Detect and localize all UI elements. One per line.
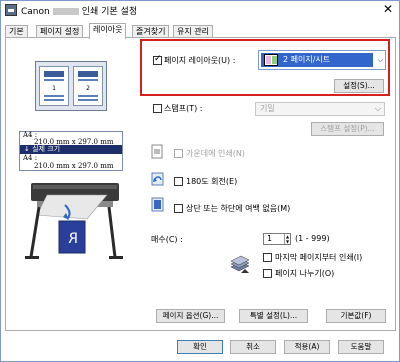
stamp-select[interactable]: 기밀 ⌵ <box>255 102 385 116</box>
output-paper-size: 210.0 mm x 297.0 mm <box>34 162 114 170</box>
redacted-model-name <box>52 8 79 15</box>
printer-illustration: R <box>25 183 123 259</box>
tab-layout[interactable]: 레이아웃 <box>89 23 127 39</box>
page-options-button[interactable]: 페이지 옵션(G)... <box>156 309 225 323</box>
page-stack-icon <box>230 255 250 273</box>
center-print-icon <box>151 144 163 159</box>
chevron-down-icon: ⌵ <box>377 56 383 64</box>
page-layout-checkbox[interactable] <box>153 54 162 65</box>
page-layout-label: 페이지 레이아웃(U) : <box>164 56 236 65</box>
page-layout-value-text: 2 페이지/시트 <box>283 55 331 64</box>
spinner-arrows-icon[interactable]: ▲ ▼ <box>284 234 290 244</box>
stamp-checkbox[interactable] <box>153 104 162 113</box>
collate-checkbox[interactable] <box>263 269 272 278</box>
two-up-layout-icon <box>264 54 278 66</box>
preview-page-2: 2 <box>73 66 103 106</box>
preview-page-number: 2 <box>86 85 90 92</box>
cancel-button[interactable]: 취소 <box>230 340 276 354</box>
rotate-180-label: 180도 회전(E) <box>186 177 238 186</box>
page-layout-value: 2 페이지/시트 <box>261 53 373 67</box>
print-preferences-window: Canon 인쇄 기본 설정 ✕ 기본 페이지 설정 레이아웃 즐겨찾기 유지 관… <box>0 0 400 362</box>
ok-button[interactable]: 확인 <box>177 340 223 354</box>
copies-spinner[interactable]: 1 ▲ ▼ <box>263 233 291 245</box>
no-margin-icon <box>151 197 164 212</box>
copies-label: 매수(C) : <box>151 235 183 244</box>
no-margin-label: 상단 또는 하단에 여백 없음(M) <box>186 204 291 213</box>
stamp-label: 스탬프(T) : <box>164 104 203 113</box>
close-icon[interactable]: ✕ <box>383 2 393 16</box>
title-prefix: Canon <box>21 7 50 17</box>
paper-size-info: A4 : 210.0 mm x 297.0 mm ↓ 실제 크기 A4 : 21… <box>19 131 123 171</box>
scaling-mode: ↓ 실제 크기 <box>20 145 122 154</box>
stamp-value: 기밀 <box>260 104 275 113</box>
output-paper-label: A4 : <box>23 154 38 162</box>
no-margin-checkbox[interactable] <box>174 204 183 213</box>
tab-strip: 기본 페이지 설정 레이아웃 즐겨찾기 유지 관리 <box>5 23 397 39</box>
layout-preview: 1 2 <box>31 59 111 113</box>
preview-page-1: 1 <box>39 66 69 106</box>
copies-value: 1 <box>267 234 273 243</box>
special-settings-button[interactable]: 특별 설정(L)... <box>239 309 308 323</box>
rotate-180-icon <box>151 172 164 186</box>
page-layout-select[interactable]: 2 페이지/시트 ⌵ <box>258 50 386 70</box>
rotate-180-checkbox[interactable] <box>174 177 183 186</box>
printer-app-icon <box>5 4 17 16</box>
defaults-button[interactable]: 기본값(F) <box>326 309 386 323</box>
title-suffix: 인쇄 기본 설정 <box>81 7 138 17</box>
svg-text:R: R <box>68 231 78 247</box>
last-page-first-label: 마지막 페이지부터 인쇄(I) <box>275 253 363 262</box>
stamp-settings-button[interactable]: 스탬프 설정(P)... <box>311 122 384 136</box>
center-print-checkbox[interactable] <box>174 149 183 158</box>
title-bar: Canon 인쇄 기본 설정 ✕ <box>1 1 399 19</box>
window-title: Canon 인쇄 기본 설정 <box>21 4 137 17</box>
help-button[interactable]: 도움말 <box>338 340 384 354</box>
collate-label: 페이지 나누기(O) <box>275 269 335 278</box>
chevron-down-icon: ⌵ <box>374 104 381 113</box>
copies-range: (1 - 999) <box>295 234 330 243</box>
center-print-label: 가운데에 인쇄(N) <box>186 149 245 158</box>
preview-sheet: 1 2 <box>35 61 107 111</box>
apply-button[interactable]: 적용(A) <box>284 340 330 354</box>
preview-page-number: 1 <box>52 85 56 92</box>
last-page-first-checkbox[interactable] <box>263 253 272 262</box>
layout-settings-button[interactable]: 설정(S)... <box>334 79 384 93</box>
